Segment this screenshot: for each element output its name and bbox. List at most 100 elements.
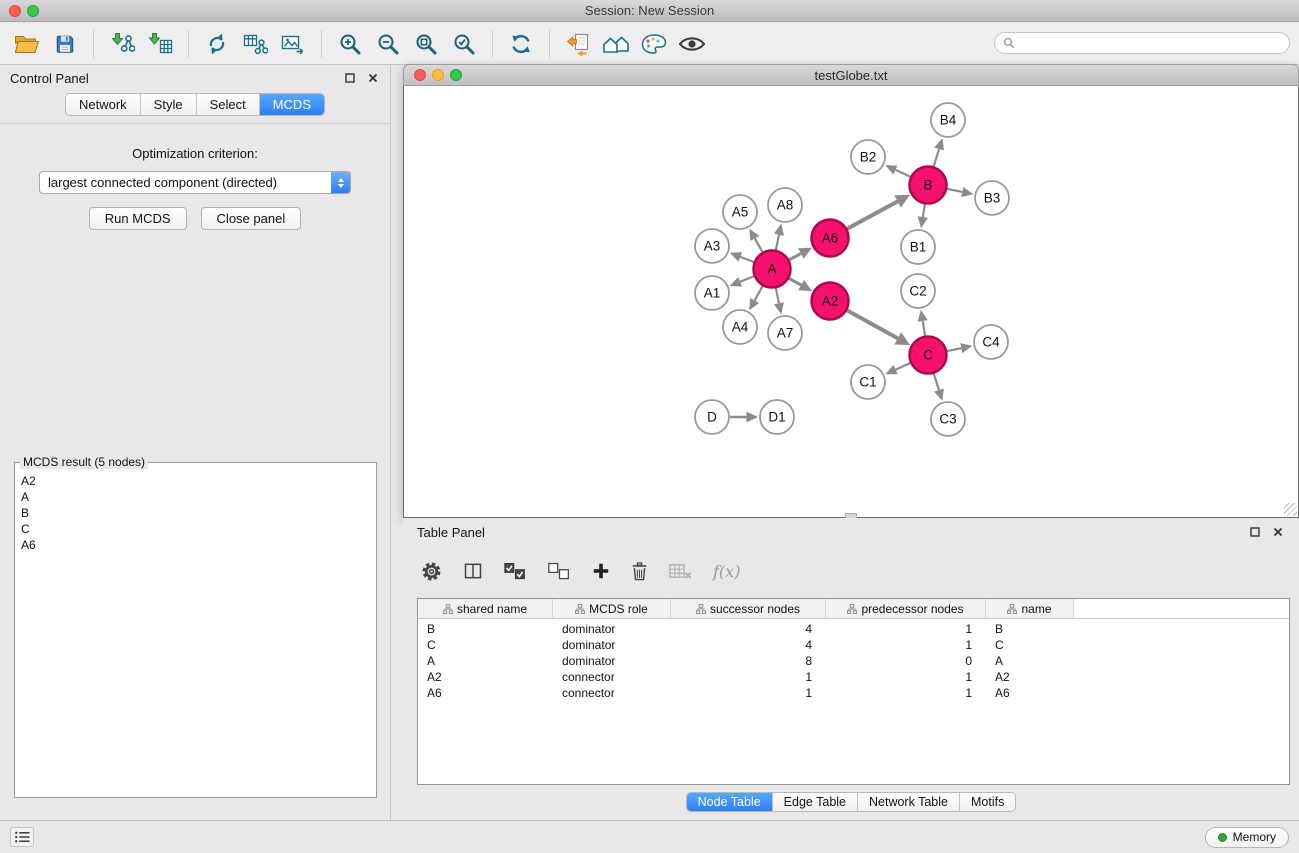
graph-edge-C-C2[interactable] (923, 321, 925, 336)
show-hide-button[interactable] (673, 27, 711, 61)
graph-node-B1[interactable]: B1 (901, 230, 935, 264)
table-cell[interactable]: dominator (553, 654, 671, 668)
table-cell[interactable]: 1 (671, 686, 826, 700)
zoom-out-button[interactable] (369, 27, 407, 61)
table-cell[interactable]: connector (553, 686, 671, 700)
table-cell[interactable]: A6 (986, 686, 1074, 700)
graph-node-C3[interactable]: C3 (931, 402, 965, 436)
table-cell[interactable]: B (418, 622, 553, 636)
table-cell[interactable]: dominator (553, 638, 671, 652)
mcds-result-item[interactable]: A6 (21, 537, 370, 553)
table-row[interactable]: Bdominator41B (418, 621, 1289, 637)
graph-node-A5[interactable]: A5 (723, 195, 757, 229)
graph-edge-B-B4[interactable] (934, 149, 939, 166)
style-palette-button[interactable] (635, 27, 673, 61)
column-header-successor-nodes[interactable]: successor nodes (671, 599, 826, 618)
search-input[interactable] (1019, 34, 1289, 52)
table-cell[interactable]: 8 (671, 654, 826, 668)
table-cell[interactable]: connector (553, 670, 671, 684)
graph-node-B4[interactable]: B4 (931, 103, 965, 137)
reload-network-button[interactable] (198, 27, 236, 61)
close-table-panel-button[interactable] (1271, 525, 1285, 539)
add-row-button[interactable] (592, 562, 610, 580)
mcds-result-item[interactable]: A2 (21, 473, 370, 489)
table-row[interactable]: A6connector11A6 (418, 685, 1289, 701)
zoom-network-window-button[interactable] (450, 69, 462, 81)
graph-node-A1[interactable]: A1 (695, 276, 729, 310)
mcds-result-item[interactable]: A (21, 489, 370, 505)
graph-edge-A-A1[interactable] (740, 276, 754, 282)
graph-edge-B-B3[interactable] (947, 189, 962, 192)
open-session-button[interactable] (8, 27, 46, 61)
graph-edge-A-A8[interactable] (776, 235, 779, 250)
delete-table-button[interactable] (669, 562, 692, 580)
graph-edge-C-C1[interactable] (896, 363, 911, 370)
graph-node-C4[interactable]: C4 (974, 325, 1008, 359)
graph-edge-A2-C[interactable] (847, 310, 898, 338)
tab-style[interactable]: Style (141, 94, 197, 115)
close-panel-button[interactable]: Close panel (201, 207, 302, 230)
table-settings-button[interactable] (421, 561, 442, 582)
graph-node-D1[interactable]: D1 (760, 400, 794, 434)
table-cell[interactable]: A (418, 654, 553, 668)
table-cell[interactable]: 1 (671, 670, 826, 684)
close-control-panel-button[interactable] (366, 71, 380, 85)
graph-edge-C-C4[interactable] (947, 348, 961, 351)
graph-edge-C-C3[interactable] (934, 374, 939, 390)
table-cell[interactable]: C (418, 638, 553, 652)
network-canvas[interactable]: AA1A2A3A4A5A6A7A8BB1B2B3B4CC1C2C3C4DD1 (403, 86, 1299, 518)
import-table-button[interactable] (141, 27, 179, 61)
table-cell[interactable]: C (986, 638, 1074, 652)
resize-grip[interactable] (1284, 503, 1297, 516)
graph-node-C1[interactable]: C1 (851, 365, 885, 399)
table-cell[interactable]: 0 (826, 654, 986, 668)
graph-edge-A-A3[interactable] (740, 257, 753, 262)
delete-row-button[interactable] (631, 561, 648, 582)
column-header-predecessor-nodes[interactable]: predecessor nodes (826, 599, 986, 618)
close-network-window-button[interactable] (414, 69, 426, 81)
import-network-button[interactable] (103, 27, 141, 61)
session-document-button[interactable] (559, 27, 597, 61)
zoom-window-button[interactable] (27, 5, 39, 17)
memory-button[interactable]: Memory (1205, 827, 1289, 848)
task-history-button[interactable] (10, 827, 34, 847)
tab-network[interactable]: Network (66, 94, 141, 115)
save-session-button[interactable] (46, 27, 84, 61)
tab-motifs[interactable]: Motifs (960, 793, 1015, 811)
select-all-button[interactable] (504, 562, 527, 581)
graph-node-B[interactable]: B (910, 167, 947, 204)
graph-node-A6[interactable]: A6 (812, 220, 849, 257)
float-table-panel-button[interactable] (1248, 525, 1262, 539)
deselect-all-button[interactable] (548, 562, 571, 581)
graph-edge-A-A6[interactable] (789, 254, 801, 260)
float-panel-button[interactable] (343, 71, 357, 85)
close-window-button[interactable] (9, 5, 21, 17)
zoom-fit-button[interactable] (407, 27, 445, 61)
graph-edge-A-A2[interactable] (789, 278, 801, 285)
table-cell[interactable]: 1 (826, 686, 986, 700)
zoom-selected-button[interactable] (445, 27, 483, 61)
tab-mcds[interactable]: MCDS (260, 94, 324, 115)
mcds-result-item[interactable]: C (21, 521, 370, 537)
tab-select[interactable]: Select (197, 94, 260, 115)
graph-node-A8[interactable]: A8 (768, 188, 802, 222)
minimize-network-window-button[interactable] (432, 69, 444, 81)
function-builder-button[interactable]: f(x) (713, 562, 740, 581)
optimization-criterion-select[interactable]: largest connected component (directed) (39, 171, 351, 194)
table-cell[interactable]: 1 (826, 638, 986, 652)
column-header-name[interactable]: name (986, 599, 1074, 618)
export-image-button[interactable] (274, 27, 312, 61)
mcds-result-item[interactable]: B (21, 505, 370, 521)
graph-edge-A-A5[interactable] (755, 238, 763, 252)
graph-node-A3[interactable]: A3 (695, 229, 729, 263)
table-cell[interactable]: 4 (671, 638, 826, 652)
graph-node-A2[interactable]: A2 (812, 283, 849, 320)
table-row[interactable]: A2connector11A2 (418, 669, 1289, 685)
refresh-view-button[interactable] (502, 27, 540, 61)
tab-edge-table[interactable]: Edge Table (773, 793, 858, 811)
table-cell[interactable]: 4 (671, 622, 826, 636)
table-cell[interactable]: A6 (418, 686, 553, 700)
graph-node-B2[interactable]: B2 (851, 140, 885, 174)
graph-node-D[interactable]: D (695, 400, 729, 434)
run-mcds-button[interactable]: Run MCDS (89, 207, 187, 230)
